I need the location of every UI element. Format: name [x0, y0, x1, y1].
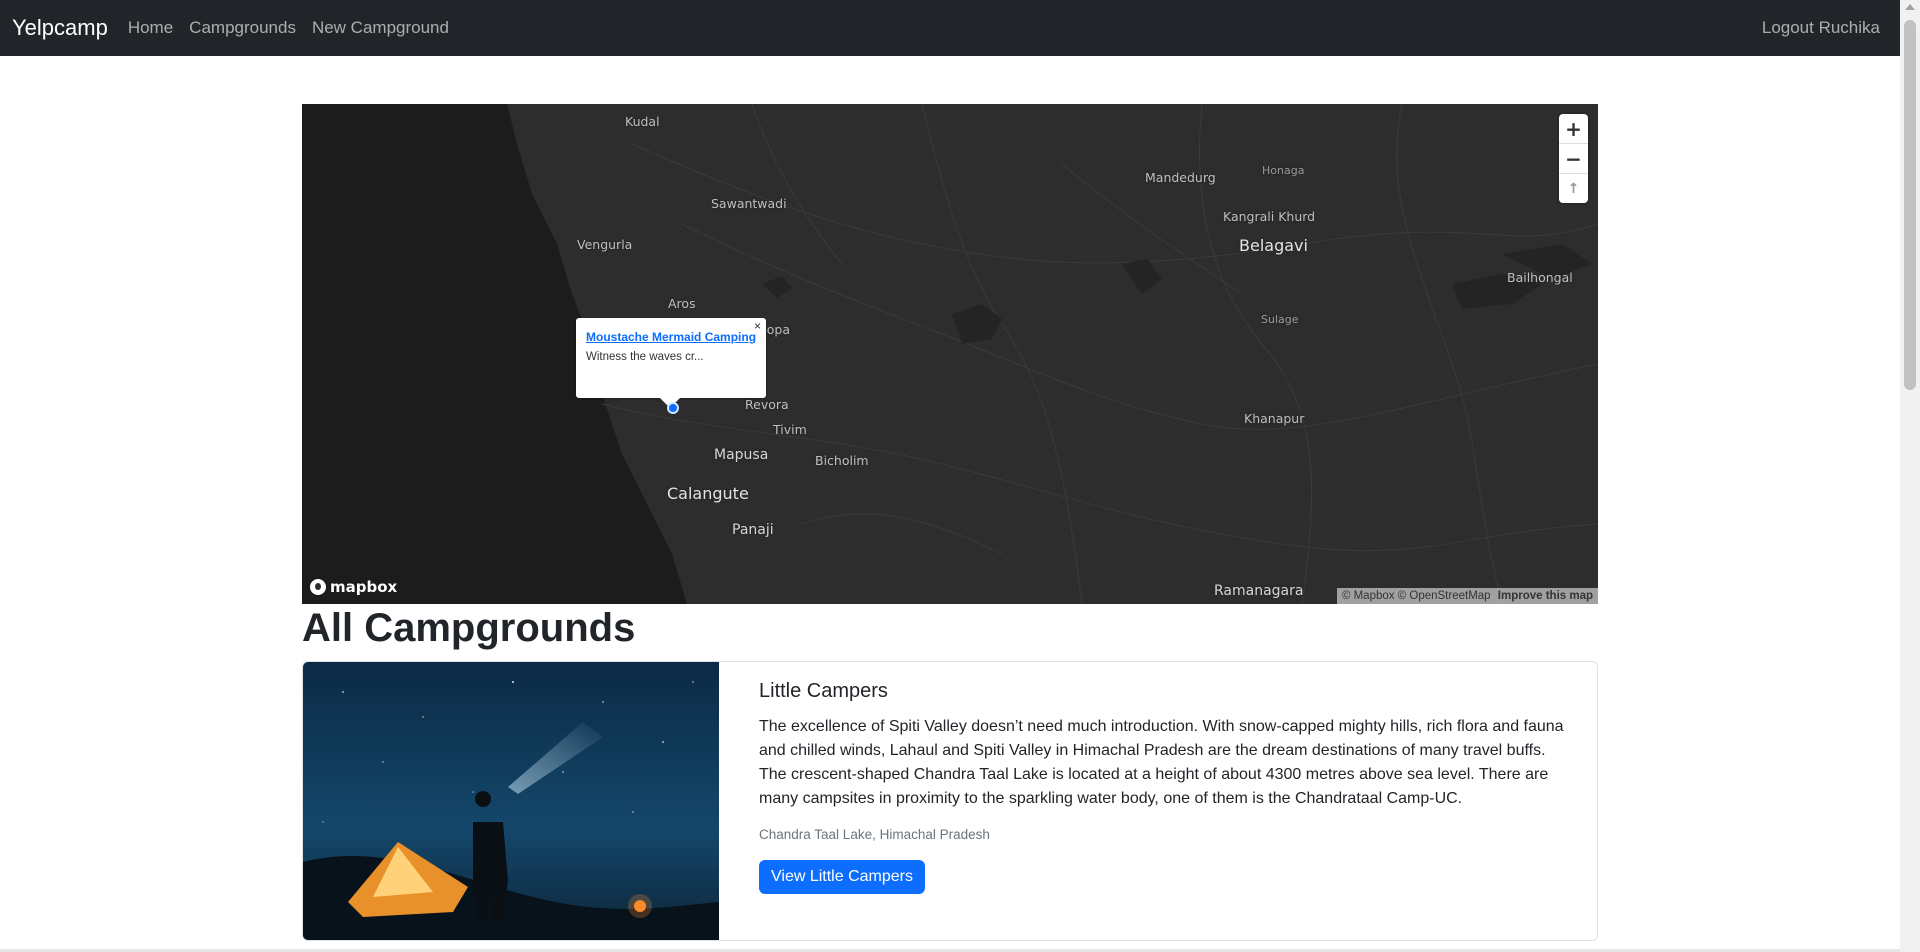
campground-location: Chandra Taal Lake, Himachal Pradesh — [759, 827, 990, 842]
map-popup: Moustache Mermaid Camping Witness the wa… — [576, 318, 766, 408]
campground-card: Little Campers The excellence of Spiti V… — [302, 661, 1598, 941]
map-label-belagavi: Belagavi — [1239, 236, 1308, 255]
improve-map-link[interactable]: Improve this map — [1498, 590, 1593, 602]
nav-link-new-campground[interactable]: New Campground — [312, 18, 449, 38]
map-label-aros: Aros — [668, 296, 696, 311]
map-terrain — [302, 104, 1598, 604]
popup-close-button[interactable]: × — [754, 319, 761, 333]
zoom-in-button[interactable]: + — [1559, 114, 1588, 144]
map-label-mapusa: Mapusa — [714, 447, 769, 463]
navbar: Yelpcamp Home Campgrounds New Campground… — [0, 0, 1900, 56]
map-label-mandedurg: Mandedurg — [1145, 170, 1216, 185]
campground-image — [303, 662, 719, 940]
scroll-up-icon[interactable] — [1905, 4, 1915, 10]
map-attribution: © Mapbox © OpenStreetMap Improve this ma… — [1336, 588, 1598, 604]
vertical-scrollbar[interactable] — [1900, 0, 1920, 952]
map-label-kangrali-khurd: Kangrali Khurd — [1223, 209, 1316, 224]
map-label-khanapur: Khanapur — [1244, 411, 1305, 426]
map-label-honaga: Honaga — [1262, 164, 1305, 177]
map-label-calangute: Calangute — [667, 484, 749, 503]
map-label-tivim: Tivim — [773, 422, 807, 437]
popup-description: Witness the waves cr... — [586, 351, 704, 363]
logout-link[interactable]: Logout Ruchika — [1762, 18, 1880, 38]
zoom-out-button[interactable]: − — [1559, 144, 1588, 174]
mapbox-logo-text: mapbox — [330, 578, 398, 596]
page-title: All Campgrounds — [302, 606, 636, 650]
map-label-sawantwadi: Sawantwadi — [711, 196, 787, 211]
mapbox-logo[interactable]: mapbox — [310, 578, 397, 596]
map-label-ramanagara: Ramanagara — [1214, 583, 1304, 599]
map-label-bicholim: Bicholim — [815, 453, 869, 468]
map-marker[interactable] — [667, 402, 679, 414]
campground-title: Little Campers — [759, 680, 888, 702]
map-label-bailhongal: Bailhongal — [1507, 270, 1573, 285]
map-label-sulage: Sulage — [1261, 313, 1299, 326]
campground-description: The excellence of Spiti Valley doesn’t n… — [759, 718, 1564, 807]
map-label-kudal: Kudal — [625, 114, 660, 129]
map-zoom-control: + − ↑ — [1559, 114, 1588, 203]
map-label-revora: Revora — [745, 397, 789, 412]
cluster-map[interactable]: Kudal Sawantwadi Vengurla Aros Mopa Revo… — [302, 104, 1598, 604]
map-label-vengurla: Vengurla — [577, 237, 633, 252]
nav-link-campgrounds[interactable]: Campgrounds — [189, 18, 296, 38]
view-campground-button[interactable]: View Little Campers — [759, 860, 925, 894]
card-body: Little Campers The excellence of Spiti V… — [759, 674, 1565, 894]
brand-link[interactable]: Yelpcamp — [12, 15, 108, 41]
compass-button[interactable]: ↑ — [1559, 174, 1588, 203]
popup-campground-link[interactable]: Moustache Mermaid Camping — [586, 330, 756, 344]
map-label-panaji: Panaji — [732, 522, 774, 538]
mapbox-logo-icon — [310, 579, 326, 595]
nav-link-home[interactable]: Home — [128, 18, 173, 38]
scrollbar-thumb[interactable] — [1904, 20, 1916, 390]
attribution-text[interactable]: © Mapbox © OpenStreetMap — [1342, 590, 1491, 602]
